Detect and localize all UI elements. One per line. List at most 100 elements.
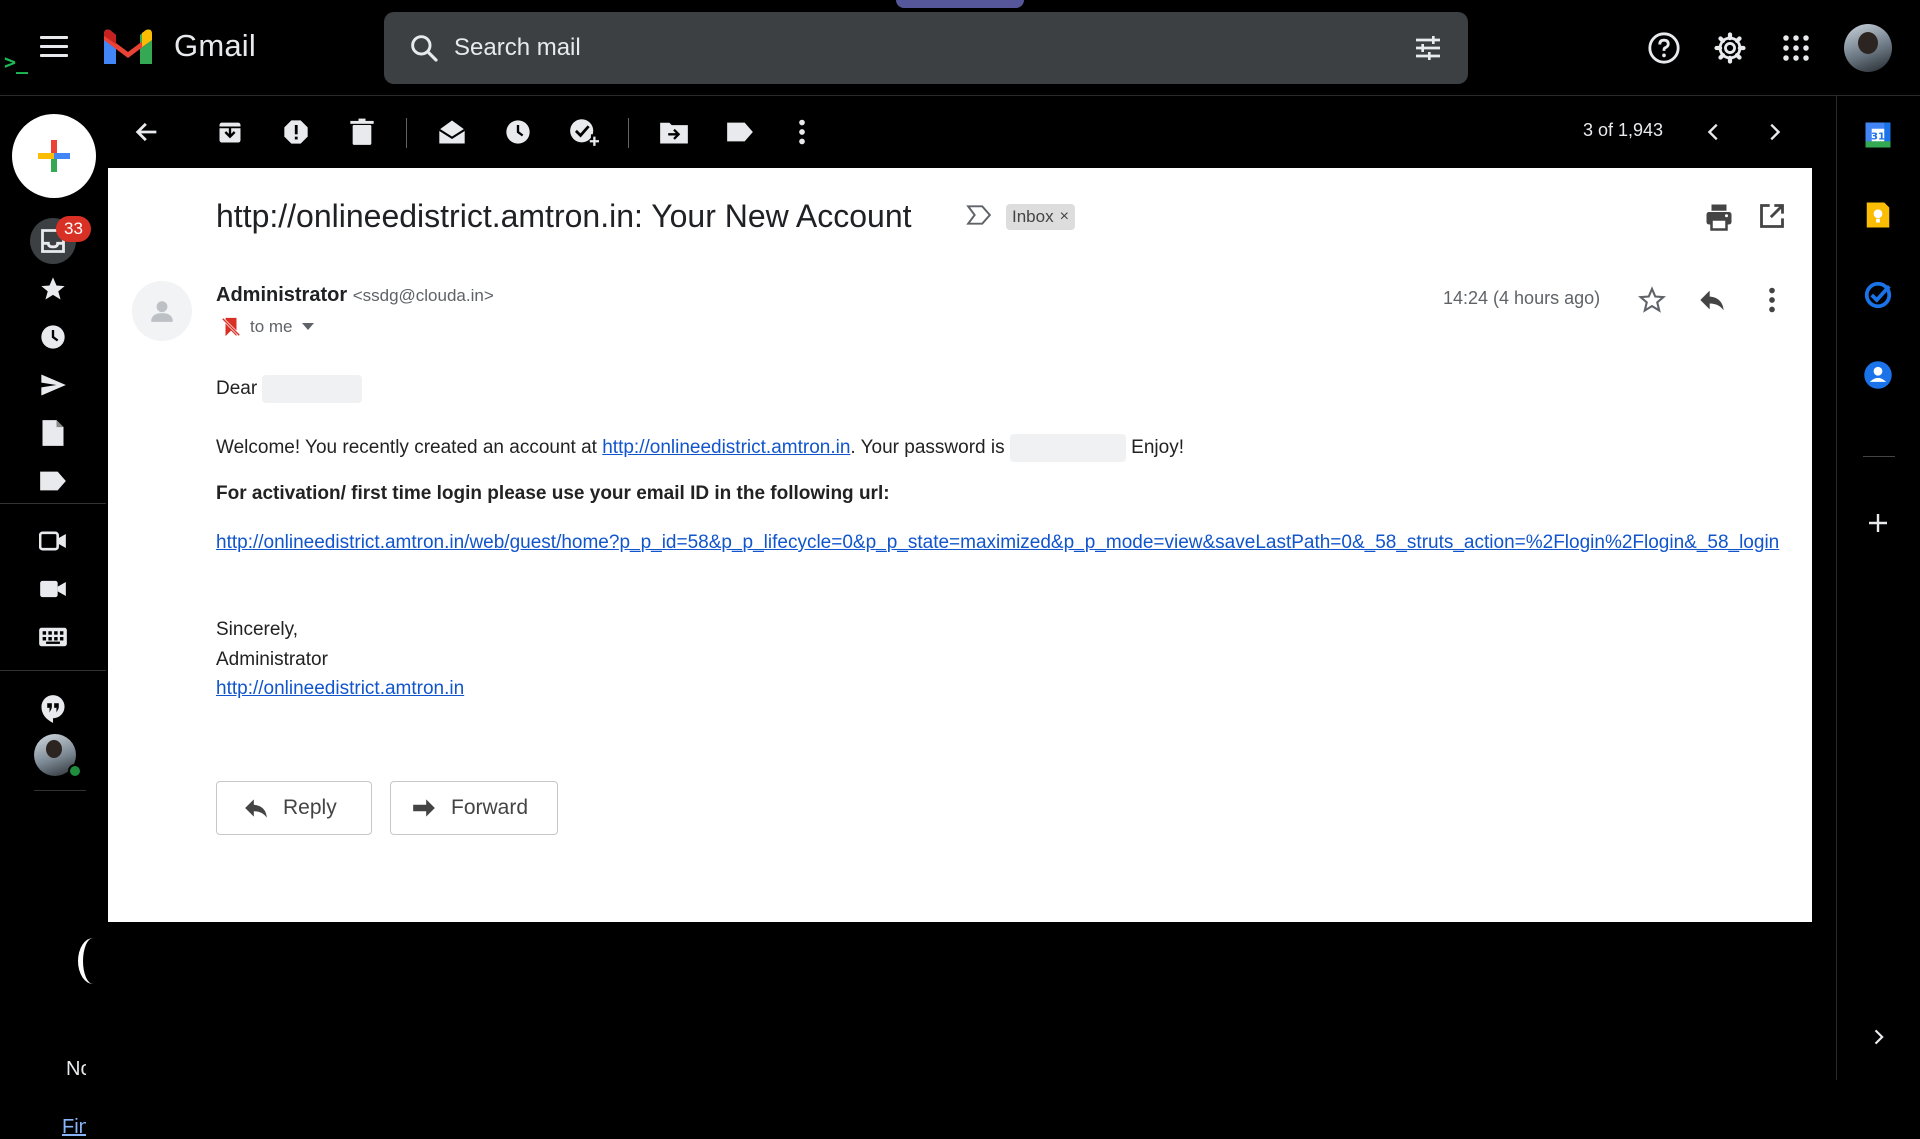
snooze-clock-icon[interactable] <box>498 112 538 152</box>
body-password-prefix: . Your password is <box>850 437 1005 459</box>
login-url-link[interactable]: http://onlineedistrict.amtron.in/web/gue… <box>216 528 1796 558</box>
clock-icon <box>41 325 65 349</box>
delete-trash-icon[interactable] <box>342 112 382 152</box>
reply-arrow-icon[interactable] <box>1692 280 1732 320</box>
search-options-icon[interactable] <box>1412 32 1444 69</box>
site-link[interactable]: http://onlineedistrict.amtron.in <box>602 437 850 458</box>
forward-button[interactable]: Forward <box>390 781 558 835</box>
body-welcome-line: Welcome! You recently created an account… <box>216 434 1184 462</box>
left-navigation: 33 No Find <box>0 96 108 1138</box>
side-panel: 31 <box>1836 96 1920 1080</box>
nav-hangouts[interactable] <box>34 690 72 728</box>
contacts-icon[interactable] <box>1861 358 1895 392</box>
body-welcome-prefix: Welcome! You recently created an account… <box>216 437 597 459</box>
search-bar[interactable] <box>384 12 1468 84</box>
forward-icon <box>413 799 435 817</box>
inbox-unread-badge: 33 <box>56 216 91 242</box>
move-to-icon[interactable] <box>654 112 694 152</box>
help-icon[interactable] <box>1642 26 1686 70</box>
body-greeting-line: Dear <box>216 375 363 403</box>
sender-line: Administrator <ssdg@clouda.in> <box>216 284 494 307</box>
details-chevron-down-icon[interactable] <box>301 322 315 332</box>
compose-button[interactable] <box>12 114 96 198</box>
search-icon[interactable] <box>394 12 454 84</box>
sender-name[interactable]: Administrator <box>216 284 347 306</box>
reply-button-label: Reply <box>283 796 337 819</box>
nav-starred[interactable] <box>34 270 72 308</box>
nav-labels[interactable] <box>34 462 72 500</box>
person-icon <box>151 301 173 322</box>
importance-marker-icon[interactable] <box>966 204 992 231</box>
nav-divider <box>0 670 106 671</box>
body-closing: Sincerely, <box>216 619 299 640</box>
loading-spinner <box>78 938 108 984</box>
svg-text:31: 31 <box>1871 131 1885 142</box>
older-chevron-right-icon[interactable] <box>1754 112 1794 152</box>
label-as-icon[interactable] <box>720 112 760 152</box>
video-plus-icon <box>39 531 66 551</box>
search-input[interactable] <box>454 34 1354 62</box>
show-side-panel-chevron-icon[interactable] <box>1861 1020 1895 1054</box>
reply-button[interactable]: Reply <box>216 781 372 835</box>
main-menu-button[interactable] <box>36 30 72 66</box>
calendar-icon[interactable]: 31 <box>1861 118 1895 152</box>
signature-link-line: http://onlineedistrict.amtron.in <box>216 678 464 700</box>
nav-keyboard-shortcuts[interactable] <box>34 618 72 656</box>
body-greeting: Dear <box>216 378 258 400</box>
open-new-window-icon[interactable] <box>1758 202 1792 236</box>
send-icon <box>41 374 66 396</box>
nav-snoozed[interactable] <box>34 318 72 356</box>
report-spam-icon[interactable] <box>276 112 316 152</box>
inbox-label-chip: Inbox × <box>1006 204 1075 230</box>
nav-meet-join[interactable] <box>34 570 72 608</box>
terminal-icon: >_ <box>4 50 29 74</box>
video-camera-icon <box>40 580 66 598</box>
settings-gear-icon[interactable] <box>1708 26 1752 70</box>
keep-icon[interactable] <box>1861 198 1895 232</box>
screen-share-tab <box>896 0 1024 8</box>
gmail-logo-text: Gmail <box>174 28 256 63</box>
print-icon[interactable] <box>1704 202 1738 236</box>
message-subject: http://onlineedistrict.amtron.in: Your N… <box>216 198 912 234</box>
message-more-options-icon[interactable] <box>1752 280 1792 320</box>
body-signature: Administrator <box>216 649 328 670</box>
newer-chevron-left-icon[interactable] <box>1694 112 1734 152</box>
more-options-icon[interactable] <box>782 112 822 152</box>
tasks-icon[interactable] <box>1861 278 1895 312</box>
activation-note: For activation/ first time login please … <box>216 483 890 504</box>
message-timestamp: 14:24 (4 hours ago) <box>1443 288 1601 308</box>
gmail-m-icon <box>104 29 152 64</box>
toolbar-divider <box>406 118 407 148</box>
message-toolbar: 3 of 1,943 <box>106 96 1812 168</box>
label-tag-icon <box>40 471 66 491</box>
signature-link[interactable]: http://onlineedistrict.amtron.in <box>216 678 464 699</box>
message-counter: 3 of 1,943 <box>1583 120 1664 140</box>
back-arrow-icon[interactable] <box>127 112 167 152</box>
keyboard-icon <box>39 627 67 647</box>
account-avatar[interactable] <box>1844 24 1892 72</box>
encryption-warning-icon <box>221 317 241 337</box>
toolbar-divider <box>628 118 629 148</box>
sender-email: <ssdg@clouda.in> <box>352 286 494 305</box>
add-addon-plus-icon[interactable] <box>1861 506 1895 540</box>
hangouts-empty-text: No <box>66 1058 86 1080</box>
mark-unread-icon[interactable] <box>432 112 472 152</box>
hangouts-quote-icon <box>41 695 65 723</box>
recipient-line[interactable]: to me <box>220 316 315 338</box>
star-message-icon[interactable] <box>1632 280 1672 320</box>
nav-meet-new[interactable] <box>34 522 72 560</box>
gmail-logo[interactable]: Gmail <box>102 26 256 66</box>
inbox-label-text: Inbox <box>1012 207 1054 226</box>
online-status-dot <box>68 764 82 778</box>
apps-grid-icon[interactable] <box>1774 26 1818 70</box>
sender-avatar[interactable] <box>132 281 192 341</box>
redacted-name <box>262 375 363 403</box>
forward-button-label: Forward <box>451 796 529 819</box>
side-panel-divider <box>1863 456 1895 457</box>
archive-icon[interactable] <box>210 112 250 152</box>
nav-sent[interactable] <box>34 366 72 404</box>
nav-drafts[interactable] <box>34 414 72 452</box>
remove-label-close-icon[interactable]: × <box>1060 208 1069 226</box>
add-to-tasks-icon[interactable] <box>564 112 604 152</box>
hangouts-find-link[interactable]: Find <box>62 1116 86 1139</box>
